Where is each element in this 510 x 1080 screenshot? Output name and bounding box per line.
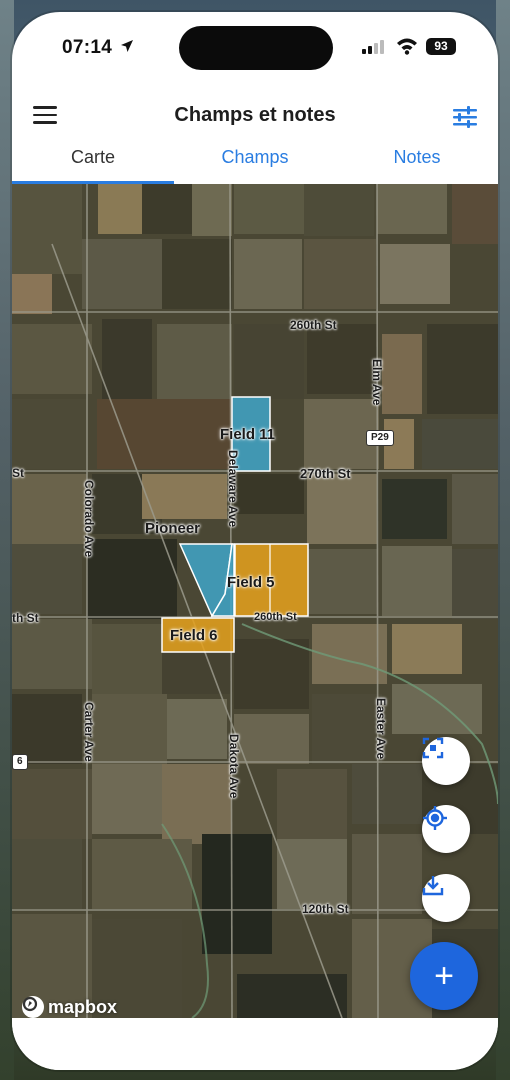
status-bar: 07:14 93 (12, 12, 498, 84)
tab-champs[interactable]: Champs (174, 147, 336, 168)
satellite-map[interactable]: 260th St 270th St St 260th St th St 110 … (12, 184, 498, 1018)
road-label-270th: 270th St (300, 466, 351, 481)
road-label-120th: 120th St (302, 902, 349, 916)
road-label-colorado: Colorado Ave (82, 480, 96, 558)
bottom-safe-area (12, 1018, 498, 1070)
battery-indicator: 93 (426, 38, 456, 55)
road-label-elm: Elm Ave (370, 359, 384, 406)
frame-focus-icon (422, 737, 444, 759)
wifi-icon (397, 38, 417, 55)
tab-notes[interactable]: Notes (336, 147, 498, 168)
mapbox-logo-icon (22, 996, 44, 1018)
add-button[interactable]: + (410, 942, 478, 1010)
place-label-pioneer: Pioneer (145, 520, 201, 537)
road-label-dakota: Dakota Ave (227, 734, 241, 799)
road-label-st-edge: St (12, 466, 24, 480)
road-label-th-edge: th St (12, 611, 39, 625)
location-target-icon (423, 806, 447, 830)
field-label-6[interactable]: Field 6 (170, 627, 218, 644)
mapbox-attribution[interactable]: mapbox (22, 996, 117, 1018)
route-shield-p29: P29 (366, 430, 394, 446)
filter-sliders-icon[interactable] (452, 106, 478, 128)
road-label-260th: 260th St (290, 318, 337, 332)
download-map-button[interactable] (422, 874, 470, 922)
dynamic-island (179, 26, 333, 70)
focus-fields-button[interactable] (422, 737, 470, 785)
field-label-11[interactable]: Field 11 (220, 426, 275, 443)
road-label-carter: Carter Ave (82, 702, 96, 762)
tab-carte[interactable]: Carte (12, 147, 174, 168)
road-label-delaware: Delaware Ave (226, 450, 240, 528)
location-arrow-icon (121, 40, 133, 52)
field-label-5[interactable]: Field 5 (227, 574, 275, 591)
status-time: 07:14 (62, 37, 113, 58)
tab-bar: Carte Champs Notes (12, 138, 498, 185)
app-header: Champs et notes (12, 84, 498, 138)
road-label-easter: Easter Ave (374, 698, 388, 760)
cellular-signal-icon (362, 40, 384, 54)
mapbox-wordmark: mapbox (48, 996, 118, 1017)
my-location-button[interactable] (422, 805, 470, 853)
road-label-260th-b: 260th St (254, 611, 297, 623)
phone-screen: 07:14 93 Champs et notes Carte Champs No… (12, 12, 498, 1070)
route-shield-6: 6 (12, 754, 28, 770)
page-title: Champs et notes (174, 104, 336, 126)
download-icon (422, 876, 444, 896)
background-right (496, 0, 510, 1080)
add-icon: + (434, 956, 454, 995)
